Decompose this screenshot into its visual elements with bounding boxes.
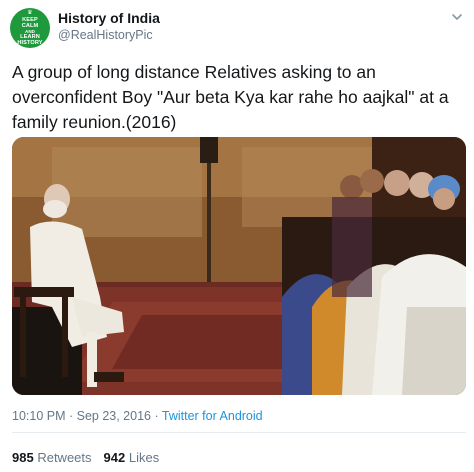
display-name[interactable]: History of India bbox=[58, 10, 160, 26]
retweets-label: Retweets bbox=[37, 450, 92, 465]
crown-icon: ♛ bbox=[27, 9, 33, 16]
tweet-source-link[interactable]: Twitter for Android bbox=[162, 409, 263, 423]
tweet-photo[interactable] bbox=[12, 137, 466, 395]
tweet-card: ♛ KEEP CALM AND LEARN HISTORY History of… bbox=[0, 0, 474, 472]
retweets-stat[interactable]: 985 Retweets bbox=[12, 450, 92, 465]
divider bbox=[12, 432, 466, 433]
chevron-down-icon[interactable] bbox=[450, 10, 464, 24]
likes-stat[interactable]: 942 Likes bbox=[104, 450, 160, 465]
likes-label: Likes bbox=[128, 450, 160, 465]
avatar[interactable]: ♛ KEEP CALM AND LEARN HISTORY bbox=[10, 8, 50, 48]
tweet-text: A group of long distance Relatives askin… bbox=[12, 62, 449, 132]
retweets-count: 985 bbox=[12, 450, 34, 465]
tweet-meta: 10:10 PM · Sep 23, 2016 · Twitter for An… bbox=[12, 409, 263, 423]
tweet-timestamp[interactable]: 10:10 PM · Sep 23, 2016 · bbox=[12, 409, 162, 423]
user-handle[interactable]: @RealHistoryPic bbox=[58, 28, 153, 42]
photo-scene bbox=[12, 137, 466, 395]
likes-count: 942 bbox=[103, 450, 126, 465]
avatar-text-line5: HISTORY bbox=[17, 40, 43, 47]
tweet-stats: 985 Retweets 942 Likes bbox=[12, 450, 159, 465]
